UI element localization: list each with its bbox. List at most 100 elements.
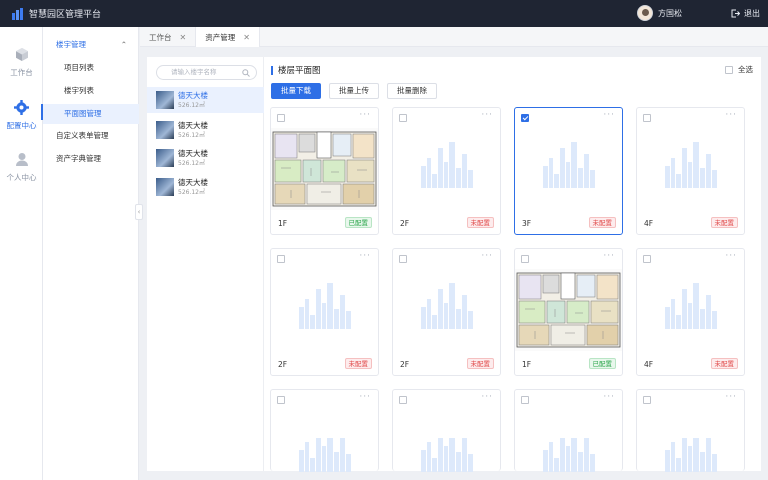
floor-card[interactable]: ··· 1F 已配置 — [514, 248, 623, 376]
floor-card[interactable]: ··· 4F 未配置 — [636, 248, 745, 376]
floorplan-placeholder-icon — [299, 432, 351, 472]
more-options-icon[interactable]: ··· — [481, 392, 493, 402]
user-menu[interactable]: 方国松 — [637, 5, 682, 21]
building-list-item[interactable]: 德天大楼 526.12㎡ — [147, 145, 264, 171]
floor-card[interactable]: ··· — [270, 389, 379, 472]
close-icon[interactable]: ✕ — [243, 33, 250, 42]
card-checkbox[interactable] — [277, 255, 285, 263]
card-checkbox[interactable] — [643, 255, 651, 263]
menu-group-building[interactable]: 楼宇管理 ⌃ — [43, 35, 139, 55]
cube-icon — [15, 48, 28, 61]
more-options-icon[interactable]: ··· — [359, 251, 371, 261]
floor-card[interactable]: ··· 3F 未配置 — [514, 107, 623, 235]
search-placeholder: 请输入楼宇名称 — [171, 68, 217, 76]
building-list-item[interactable]: 德天大楼 526.12㎡ — [147, 117, 264, 143]
card-checkbox[interactable] — [277, 114, 285, 122]
menu-item-custom-forms[interactable]: 自定义表单管理 — [43, 126, 139, 146]
action-buttons: 批量下载 批量上传 批量删除 — [271, 83, 437, 99]
more-options-icon[interactable]: ··· — [359, 110, 371, 120]
floor-card[interactable]: ··· — [514, 389, 623, 472]
status-badge: 已配置 — [588, 358, 616, 369]
user-icon — [15, 153, 28, 166]
building-area: 526.12㎡ — [178, 160, 205, 167]
building-area: 526.12㎡ — [178, 102, 205, 109]
building-list-item[interactable]: 德天大楼 526.12㎡ — [147, 87, 264, 113]
card-checkbox[interactable] — [399, 396, 407, 404]
more-options-icon[interactable]: ··· — [603, 392, 615, 402]
more-options-icon[interactable]: ··· — [481, 251, 493, 261]
app-logo: 智慧园区管理平台 — [12, 7, 101, 20]
card-checkbox[interactable] — [521, 255, 529, 263]
floorplan-placeholder-icon — [665, 138, 717, 188]
more-options-icon[interactable]: ··· — [725, 110, 737, 120]
floor-card[interactable]: ··· 2F 未配置 — [270, 248, 379, 376]
floor-label: 4F — [644, 219, 654, 228]
building-list-item[interactable]: 德天大楼 526.12㎡ — [147, 174, 264, 200]
floor-label: 1F — [522, 360, 532, 369]
rail-item-config[interactable]: 配置中心 — [0, 100, 43, 131]
tab-workbench[interactable]: 工作台 ✕ — [140, 27, 197, 47]
menu-item-floorplans[interactable]: 平面图管理 — [43, 104, 139, 124]
status-badge: 未配置 — [588, 217, 616, 228]
more-options-icon[interactable]: ··· — [481, 110, 493, 120]
floor-label: 2F — [400, 219, 410, 228]
building-list-panel: 请输入楼宇名称 德天大楼 526.12㎡ 德天大楼 526.12㎡ 德天大楼 5… — [147, 57, 264, 471]
app-title: 智慧园区管理平台 — [29, 10, 102, 20]
user-name[interactable]: 方国松 — [658, 8, 682, 19]
building-thumbnail — [156, 91, 174, 109]
batch-delete-button[interactable]: 批量删除 — [387, 83, 437, 99]
card-checkbox[interactable] — [521, 114, 529, 122]
floor-label: 4F — [644, 360, 654, 369]
gear-icon — [14, 100, 29, 115]
building-thumbnail — [156, 121, 174, 139]
avatar[interactable] — [637, 5, 653, 21]
rail-label: 个人中心 — [6, 173, 37, 182]
checkbox[interactable] — [725, 65, 733, 74]
more-options-icon[interactable]: ··· — [603, 110, 615, 120]
floor-card[interactable]: ··· 2F 未配置 — [392, 107, 501, 235]
card-checkbox[interactable] — [521, 396, 529, 404]
card-checkbox[interactable] — [399, 114, 407, 122]
batch-upload-button[interactable]: 批量上传 — [329, 83, 379, 99]
floor-card[interactable]: ··· — [636, 389, 745, 472]
card-checkbox[interactable] — [643, 114, 651, 122]
tab-label: 工作台 — [149, 32, 172, 42]
more-options-icon[interactable]: ··· — [725, 251, 737, 261]
floor-card[interactable]: ··· — [392, 389, 501, 472]
floor-card[interactable]: ··· 1F 已配置 — [270, 107, 379, 235]
menu-item-label: 平面图管理 — [64, 109, 102, 118]
menu-item-projects[interactable]: 项目列表 — [43, 58, 139, 78]
logout-icon — [731, 9, 740, 18]
batch-download-button[interactable]: 批量下载 — [271, 83, 321, 99]
menu-item-label: 资产字典管理 — [56, 154, 101, 163]
menu-item-label: 楼宇列表 — [64, 86, 94, 95]
rail-item-profile[interactable]: 个人中心 — [0, 152, 43, 183]
logout-label[interactable]: 退出 — [744, 8, 760, 19]
building-search-input[interactable]: 请输入楼宇名称 — [156, 65, 257, 80]
more-options-icon[interactable]: ··· — [725, 392, 737, 402]
collapse-sidebar-button[interactable]: ‹ — [135, 204, 143, 220]
floorplan-image — [271, 128, 378, 210]
select-all-checkbox[interactable]: 全选 — [725, 64, 753, 75]
card-checkbox[interactable] — [643, 396, 651, 404]
logout-button[interactable]: 退出 — [731, 8, 760, 19]
tab-asset-management[interactable]: 资产管理 ✕ — [196, 27, 260, 47]
menu-item-label: 自定义表单管理 — [56, 131, 109, 140]
nav-rail: 工作台 配置中心 个人中心 — [0, 27, 43, 480]
menu-item-asset-dict[interactable]: 资产字典管理 — [43, 149, 139, 169]
building-thumbnail — [156, 149, 174, 167]
building-area: 526.12㎡ — [178, 132, 205, 139]
floorplan-placeholder-icon — [543, 138, 595, 188]
menu-item-buildings[interactable]: 楼宇列表 — [43, 81, 139, 101]
floor-card[interactable]: ··· 2F 未配置 — [392, 248, 501, 376]
close-icon[interactable]: ✕ — [180, 33, 187, 42]
card-checkbox[interactable] — [277, 396, 285, 404]
floor-card[interactable]: ··· 4F 未配置 — [636, 107, 745, 235]
more-options-icon[interactable]: ··· — [359, 392, 371, 402]
rail-label: 配置中心 — [6, 121, 37, 130]
more-options-icon[interactable]: ··· — [603, 251, 615, 261]
card-checkbox[interactable] — [399, 255, 407, 263]
floor-label: 2F — [400, 360, 410, 369]
rail-item-workbench[interactable]: 工作台 — [0, 47, 43, 78]
search-icon[interactable] — [242, 69, 250, 77]
